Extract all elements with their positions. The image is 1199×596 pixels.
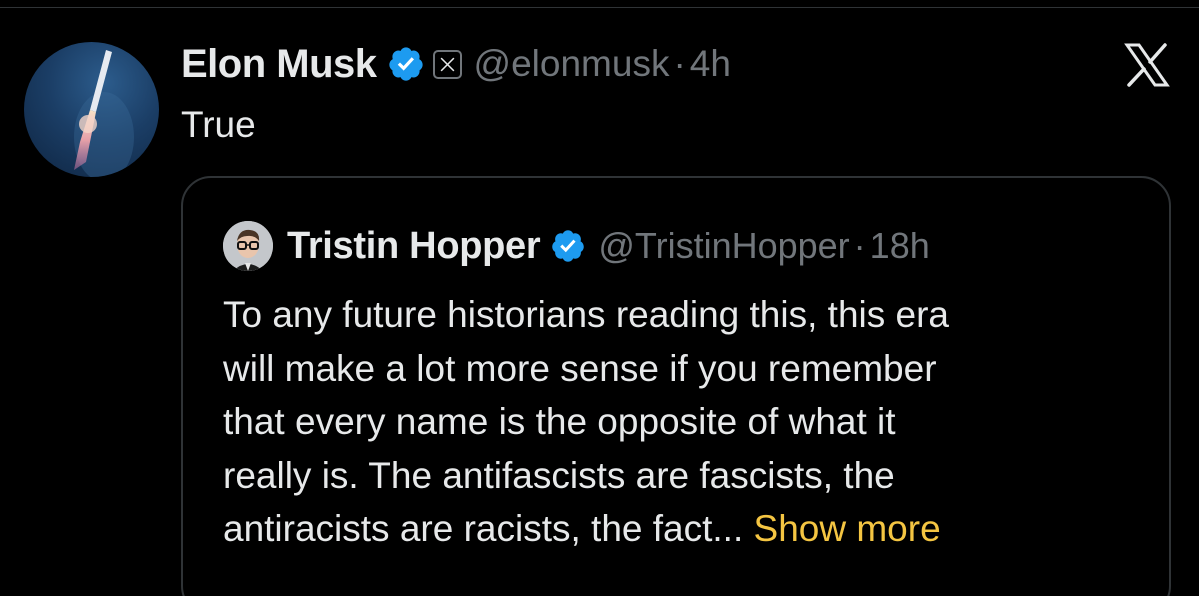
- separator-dot: ·: [673, 43, 686, 84]
- quoted-author-display-name[interactable]: Tristin Hopper: [287, 225, 541, 268]
- quoted-tweet-header: Tristin Hopper @TristinHopper · 18h: [223, 221, 930, 271]
- avatar[interactable]: [223, 221, 273, 271]
- x-logo-icon[interactable]: [1124, 42, 1170, 88]
- tweet-timestamp[interactable]: 4h: [690, 43, 731, 85]
- avatar[interactable]: [24, 42, 159, 177]
- x-affiliation-badge-icon: [432, 49, 462, 79]
- quoted-text-line: that every name is the opposite of what …: [223, 401, 896, 442]
- author-handle[interactable]: @elonmusk: [474, 43, 670, 85]
- verified-badge-icon: [550, 228, 586, 264]
- tweet-screenshot: Elon Musk @elonmusk · 4h True Tristin Ho…: [0, 0, 1199, 596]
- author-display-name[interactable]: Elon Musk: [181, 42, 377, 87]
- person-with-glasses-avatar-icon: [223, 221, 273, 271]
- quoted-text-line: really is. The antifascists are fascists…: [223, 454, 895, 496]
- divider: [0, 7, 1199, 8]
- tweet-header: Elon Musk @elonmusk · 4h: [181, 40, 731, 88]
- quoted-tweet-card[interactable]: Tristin Hopper @TristinHopper · 18h To a…: [181, 176, 1171, 596]
- quoted-text-line: will make a lot more sense if you rememb…: [223, 347, 937, 389]
- quoted-tweet-timestamp[interactable]: 18h: [870, 225, 930, 267]
- quoted-tweet-text: To any future historians reading this, t…: [223, 288, 1153, 556]
- rocket-launch-avatar-icon: [74, 50, 134, 177]
- quoted-text-line: To any future historians reading this, t…: [223, 294, 949, 335]
- quoted-text-line-last: antiracists are racists, the fact... Sho…: [223, 502, 1153, 556]
- show-more-link[interactable]: Show more: [743, 508, 941, 549]
- quoted-author-handle[interactable]: @TristinHopper: [598, 225, 849, 267]
- quoted-text-truncated: antiracists are racists, the fact...: [223, 508, 744, 549]
- separator-dot: ·: [853, 225, 866, 266]
- tweet-text: True: [181, 104, 256, 145]
- verified-badge-icon: [387, 45, 425, 83]
